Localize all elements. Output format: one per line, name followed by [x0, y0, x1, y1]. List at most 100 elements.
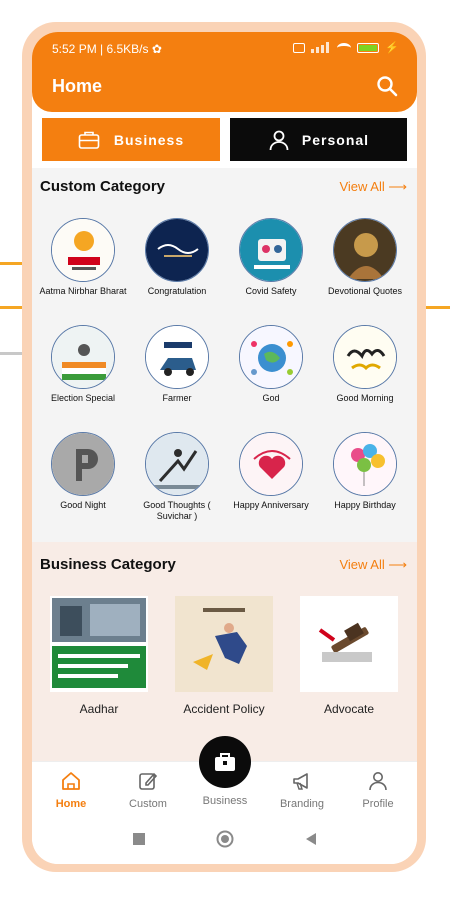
nav-profile[interactable]: Profile [343, 770, 413, 810]
category-item[interactable]: Covid Safety [224, 218, 318, 297]
category-thumbnail [239, 218, 303, 282]
nav-business-label: Business [202, 795, 248, 807]
nav-branding[interactable]: Branding [267, 770, 337, 810]
square-icon [133, 833, 145, 845]
custom-category-header: Custom Category View All ⟶ [40, 178, 407, 195]
search-button[interactable] [375, 74, 399, 98]
category-label: Devotional Quotes [327, 286, 403, 296]
circle-icon [216, 830, 234, 848]
category-item[interactable]: Good Morning [318, 325, 412, 404]
nav-custom[interactable]: Custom [113, 770, 183, 810]
business-item[interactable]: Accident Policy [174, 596, 274, 716]
business-item[interactable]: Advocate [299, 596, 399, 716]
category-label: Happy Birthday [334, 500, 396, 510]
category-thumbnail [145, 325, 209, 389]
business-fab-button[interactable] [199, 736, 251, 788]
tab-business-label: Business [113, 131, 185, 148]
business-label: Advocate [323, 702, 375, 716]
decor-line [426, 306, 450, 309]
business-label: Accident Policy [183, 702, 265, 716]
category-label: Covid Safety [245, 286, 297, 296]
category-item[interactable]: Devotional Quotes [318, 218, 412, 297]
briefcase-icon [78, 131, 100, 149]
category-thumbnail [333, 218, 397, 282]
category-thumbnail [51, 432, 115, 496]
charging-icon: ⚡ [385, 42, 399, 54]
category-thumbnail [145, 432, 209, 496]
category-label: Good Morning [336, 393, 394, 403]
tab-personal[interactable]: Personal [230, 118, 407, 161]
business-category-title: Business Category [40, 556, 176, 573]
business-view-all-link[interactable]: View All ⟶ [339, 557, 407, 573]
custom-view-all-link[interactable]: View All ⟶ [339, 179, 407, 195]
category-thumbnail [333, 325, 397, 389]
category-label: Farmer [162, 393, 192, 403]
person-icon [269, 130, 289, 150]
phone-screen: 5:52 PM | 6.5KB/s ✿ ⚡ Home Business Pers… [32, 32, 417, 864]
nav-profile-label: Profile [362, 798, 394, 810]
system-navigation-bar [32, 817, 417, 864]
category-label: Election Special [50, 393, 116, 403]
custom-category-section: Custom Category View All ⟶ Aatma Nirbhar… [32, 168, 417, 542]
category-label: Aatma Nirbhar Bharat [39, 286, 127, 296]
category-item[interactable]: Happy Anniversary [224, 432, 318, 511]
business-thumbnail [175, 596, 273, 692]
briefcase-icon [215, 753, 235, 771]
signal-icon [311, 42, 331, 53]
business-item[interactable]: Aadhar [49, 596, 149, 716]
mode-tabs: Business Personal [32, 112, 417, 168]
home-system-button[interactable] [216, 830, 234, 853]
nav-branding-label: Branding [279, 798, 325, 810]
category-item[interactable]: God [224, 325, 318, 404]
category-label: Congratulation [147, 286, 207, 296]
category-item[interactable]: Good Night [36, 432, 130, 511]
decor-line [0, 352, 24, 355]
app-header: 5:52 PM | 6.5KB/s ✿ ⚡ Home [32, 32, 417, 112]
back-triangle-icon [306, 833, 316, 845]
wifi-icon [337, 42, 352, 53]
edit-icon [139, 772, 158, 790]
tab-business[interactable]: Business [42, 118, 220, 161]
category-thumbnail [239, 325, 303, 389]
category-thumbnail [51, 218, 115, 282]
profile-icon [369, 772, 387, 791]
home-content[interactable]: Custom Category View All ⟶ Aatma Nirbhar… [32, 168, 417, 761]
decor-line [0, 262, 24, 265]
business-thumbnail [50, 596, 148, 692]
business-thumbnail [300, 596, 398, 692]
category-item[interactable]: Happy Birthday [318, 432, 412, 511]
category-item[interactable]: Election Special [36, 325, 130, 404]
category-thumbnail [333, 432, 397, 496]
category-label: God [262, 393, 280, 403]
tab-personal-label: Personal [301, 131, 370, 148]
nav-home-label: Home [55, 798, 87, 810]
category-item[interactable]: Aatma Nirbhar Bharat [36, 218, 130, 297]
custom-category-title: Custom Category [40, 178, 166, 195]
back-button[interactable] [304, 832, 318, 851]
decor-line [0, 306, 24, 309]
category-item[interactable]: Congratulation [130, 218, 224, 297]
business-category-section: Business Category View All ⟶ Aadhar Acci… [32, 542, 417, 761]
category-label: Good Night [60, 500, 106, 510]
notification-icon [293, 42, 306, 53]
megaphone-icon [293, 773, 308, 790]
category-thumbnail [145, 218, 209, 282]
status-icons: ⚡ [293, 41, 399, 54]
business-label: Aadhar [79, 702, 119, 716]
category-label: Happy Anniversary [233, 500, 309, 510]
category-label: Good Thoughts ( Suvichar ) [143, 500, 211, 521]
battery-icon [357, 42, 380, 53]
search-icon [377, 76, 398, 97]
page-title: Home [52, 76, 103, 96]
category-item[interactable]: Good Thoughts ( Suvichar ) [130, 432, 224, 522]
category-thumbnail [239, 432, 303, 496]
status-time: 5:52 PM | 6.5KB/s ✿ [52, 42, 162, 56]
business-category-header: Business Category View All ⟶ [40, 556, 407, 573]
category-item[interactable]: Farmer [130, 325, 224, 404]
category-thumbnail [51, 325, 115, 389]
bottom-navigation: Home Custom Business Branding Profile [32, 736, 417, 817]
nav-custom-label: Custom [129, 798, 167, 810]
recents-button[interactable] [132, 832, 146, 851]
nav-home[interactable]: Home [36, 770, 106, 810]
home-icon [62, 772, 80, 790]
